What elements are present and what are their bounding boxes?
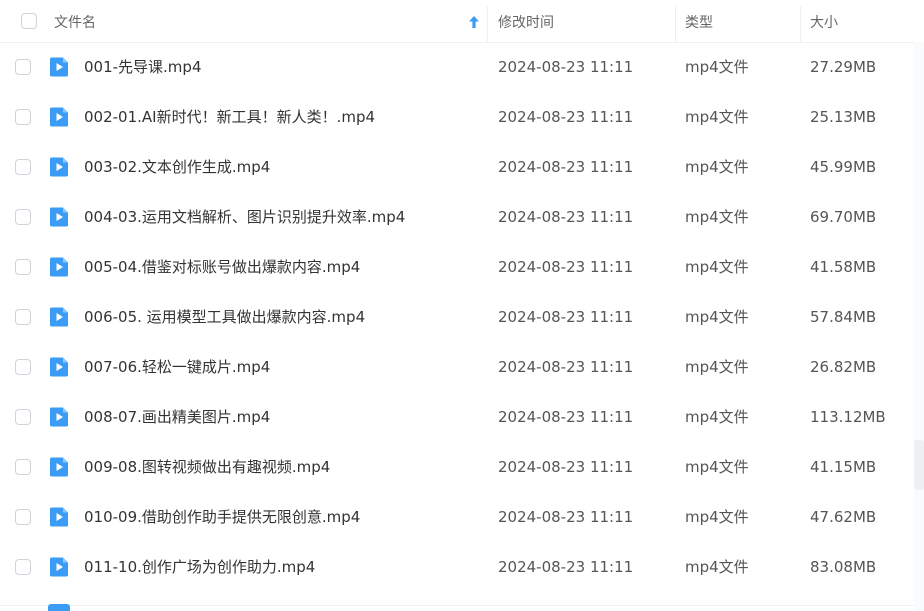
file-name[interactable]: 003-02.文本创作生成.mp4 — [84, 142, 270, 192]
file-name[interactable]: 005-04.借鉴对标账号做出爆款内容.mp4 — [84, 242, 360, 292]
row-checkbox[interactable] — [15, 209, 31, 225]
video-file-play-icon — [49, 407, 68, 427]
file-name[interactable]: 004-03.运用文档解析、图片识别提升效率.mp4 — [84, 192, 405, 242]
row-checkbox[interactable] — [15, 509, 31, 525]
file-row[interactable]: 004-03.运用文档解析、图片识别提升效率.mp4 2024-08-23 11:… — [0, 192, 914, 242]
column-divider[interactable] — [487, 6, 488, 42]
file-name[interactable]: 006-05. 运用模型工具做出爆款内容.mp4 — [84, 292, 365, 342]
file-name[interactable]: 002-01.AI新时代！新工具！新人类！.mp4 — [84, 92, 375, 142]
video-file-play-icon — [49, 357, 68, 377]
file-size: 25.13MB — [810, 108, 877, 126]
file-size: 27.29MB — [810, 58, 877, 76]
file-name[interactable]: 008-07.画出精美图片.mp4 — [84, 392, 270, 442]
file-modified-time: 2024-08-23 11:11 — [498, 258, 634, 276]
file-name[interactable]: 010-09.借助创作助手提供无限创意.mp4 — [84, 492, 360, 542]
file-type: mp4文件 — [685, 308, 749, 326]
video-file-play-icon — [49, 557, 68, 577]
video-file-play-icon — [49, 307, 68, 327]
file-modified-time: 2024-08-23 11:11 — [498, 558, 634, 576]
file-type: mp4文件 — [685, 358, 749, 376]
vertical-scrollbar[interactable] — [914, 42, 924, 611]
file-size: 113.12MB — [810, 408, 886, 426]
file-type: mp4文件 — [685, 108, 749, 126]
row-checkbox[interactable] — [15, 259, 31, 275]
column-header-type[interactable]: 类型 — [685, 0, 713, 42]
file-size: 45.99MB — [810, 158, 877, 176]
file-size: 57.84MB — [810, 308, 877, 326]
video-file-play-icon — [49, 457, 68, 477]
row-checkbox[interactable] — [15, 59, 31, 75]
file-name[interactable]: 001-先导课.mp4 — [84, 42, 202, 92]
list-bottom-divider — [0, 605, 914, 606]
file-name[interactable]: 009-08.图转视频做出有趣视频.mp4 — [84, 442, 330, 492]
file-list-header: 文件名 修改时间 类型 大小 — [0, 0, 914, 43]
row-checkbox[interactable] — [15, 109, 31, 125]
file-type: mp4文件 — [685, 408, 749, 426]
file-size: 26.82MB — [810, 358, 877, 376]
row-checkbox[interactable] — [15, 409, 31, 425]
file-type: mp4文件 — [685, 458, 749, 476]
video-file-play-icon — [49, 257, 68, 277]
file-modified-time: 2024-08-23 11:11 — [498, 508, 634, 526]
file-modified-time: 2024-08-23 11:11 — [498, 108, 634, 126]
column-header-modified[interactable]: 修改时间 — [498, 0, 554, 42]
file-size: 69.70MB — [810, 208, 877, 226]
file-type: mp4文件 — [685, 558, 749, 576]
column-header-size[interactable]: 大小 — [810, 0, 838, 42]
file-type: mp4文件 — [685, 508, 749, 526]
video-file-play-icon — [49, 157, 68, 177]
column-divider[interactable] — [800, 6, 801, 42]
video-file-play-icon — [49, 107, 68, 127]
file-row[interactable]: 007-06.轻松一键成片.mp4 2024-08-23 11:11 mp4文件 26… — [0, 342, 914, 392]
row-checkbox[interactable] — [15, 559, 31, 575]
file-row[interactable]: 003-02.文本创作生成.mp4 2024-08-23 11:11 mp4文件 45… — [0, 142, 914, 192]
column-header-name[interactable]: 文件名 — [54, 0, 96, 42]
file-type: mp4文件 — [685, 258, 749, 276]
file-name[interactable]: 007-06.轻松一键成片.mp4 — [84, 342, 270, 392]
sort-ascending-arrow-icon[interactable] — [468, 15, 480, 29]
file-row[interactable]: 006-05. 运用模型工具做出爆款内容.mp4 2024-08-23 11:11… — [0, 292, 914, 342]
file-size: 83.08MB — [810, 558, 877, 576]
row-checkbox[interactable] — [15, 309, 31, 325]
file-type: mp4文件 — [685, 58, 749, 76]
file-row[interactable]: 010-09.借助创作助手提供无限创意.mp4 2024-08-23 11:11 m… — [0, 492, 914, 542]
video-file-play-icon — [48, 604, 70, 611]
file-size: 41.58MB — [810, 258, 877, 276]
file-type: mp4文件 — [685, 158, 749, 176]
select-all-checkbox[interactable] — [21, 13, 37, 29]
file-row[interactable]: 008-07.画出精美图片.mp4 2024-08-23 11:11 mp4文件 11… — [0, 392, 914, 442]
file-row[interactable]: 002-01.AI新时代！新工具！新人类！.mp4 2024-08-23 11:1… — [0, 92, 914, 142]
video-file-play-icon — [49, 57, 68, 77]
video-file-play-icon — [49, 507, 68, 527]
file-modified-time: 2024-08-23 11:11 — [498, 58, 634, 76]
video-file-play-icon — [49, 207, 68, 227]
file-row[interactable]: 005-04.借鉴对标账号做出爆款内容.mp4 2024-08-23 11:11 m… — [0, 242, 914, 292]
column-divider[interactable] — [675, 6, 676, 42]
file-name[interactable]: 011-10.创作广场为创作助力.mp4 — [84, 542, 315, 592]
row-checkbox[interactable] — [15, 459, 31, 475]
scrollbar-thumb[interactable] — [914, 440, 924, 490]
file-type: mp4文件 — [685, 208, 749, 226]
file-modified-time: 2024-08-23 11:11 — [498, 208, 634, 226]
file-modified-time: 2024-08-23 11:11 — [498, 408, 634, 426]
file-size: 47.62MB — [810, 508, 877, 526]
file-size: 41.15MB — [810, 458, 877, 476]
file-modified-time: 2024-08-23 11:11 — [498, 458, 634, 476]
file-modified-time: 2024-08-23 11:11 — [498, 158, 634, 176]
row-checkbox[interactable] — [15, 359, 31, 375]
file-modified-time: 2024-08-23 11:11 — [498, 358, 634, 376]
row-checkbox[interactable] — [15, 159, 31, 175]
file-row[interactable]: 001-先导课.mp4 2024-08-23 11:11 mp4文件 27.29MB — [0, 42, 914, 92]
file-row[interactable]: 011-10.创作广场为创作助力.mp4 2024-08-23 11:11 mp4文… — [0, 542, 914, 592]
file-modified-time: 2024-08-23 11:11 — [498, 308, 634, 326]
file-row[interactable]: 009-08.图转视频做出有趣视频.mp4 2024-08-23 11:11 mp4… — [0, 442, 914, 492]
